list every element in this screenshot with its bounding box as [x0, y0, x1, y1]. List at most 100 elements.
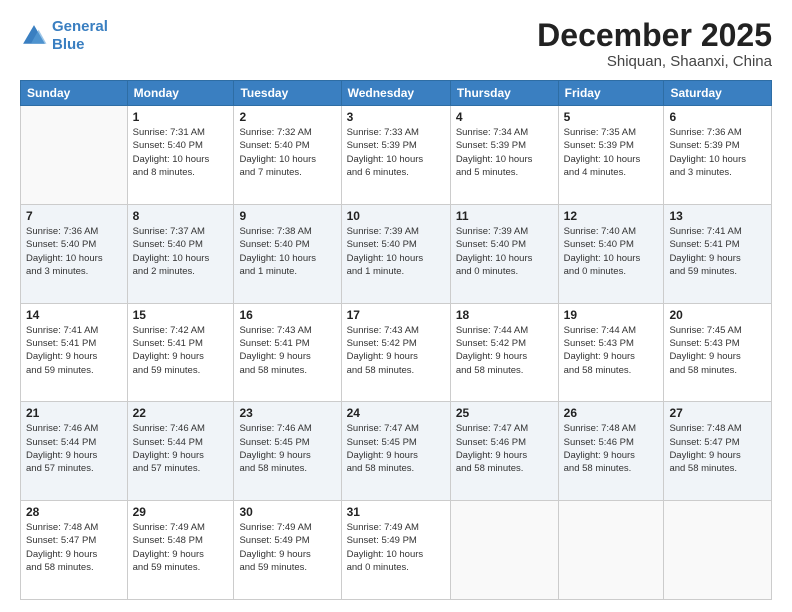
day-info: Sunrise: 7:36 AMSunset: 5:39 PMDaylight:… [669, 126, 766, 179]
calendar-cell: 21 Sunrise: 7:46 AMSunset: 5:44 PMDayligh… [21, 402, 128, 501]
day-info: Sunrise: 7:45 AMSunset: 5:43 PMDaylight:… [669, 324, 766, 377]
day-number: 26 [564, 406, 659, 420]
col-saturday: Saturday [664, 81, 772, 106]
day-number: 16 [239, 308, 335, 322]
calendar-cell: 27 Sunrise: 7:48 AMSunset: 5:47 PMDayligh… [664, 402, 772, 501]
calendar-cell: 7 Sunrise: 7:36 AMSunset: 5:40 PMDaylight… [21, 204, 128, 303]
day-info: Sunrise: 7:38 AMSunset: 5:40 PMDaylight:… [239, 225, 335, 278]
day-number: 12 [564, 209, 659, 223]
day-number: 11 [456, 209, 553, 223]
page: General Blue December 2025 Shiquan, Shaa… [0, 0, 792, 612]
day-info: Sunrise: 7:47 AMSunset: 5:46 PMDaylight:… [456, 422, 553, 475]
day-number: 2 [239, 110, 335, 124]
day-number: 21 [26, 406, 122, 420]
day-number: 1 [133, 110, 229, 124]
day-info: Sunrise: 7:40 AMSunset: 5:40 PMDaylight:… [564, 225, 659, 278]
calendar-cell: 24Sunrise: 7:47 AMSunset: 5:45 PMDayligh… [341, 402, 450, 501]
col-sunday: Sunday [21, 81, 128, 106]
logo-line2: Blue [52, 36, 85, 53]
day-number: 10 [347, 209, 445, 223]
day-number: 31 [347, 505, 445, 519]
calendar-cell: 14 Sunrise: 7:41 AMSunset: 5:41 PMDayligh… [21, 303, 128, 402]
calendar-week-3: 14 Sunrise: 7:41 AMSunset: 5:41 PMDayligh… [21, 303, 772, 402]
day-info: Sunrise: 7:33 AMSunset: 5:39 PMDaylight:… [347, 126, 445, 179]
logo: General Blue [20, 18, 108, 54]
calendar-cell: 1Sunrise: 7:31 AMSunset: 5:40 PMDaylight… [127, 106, 234, 205]
day-number: 3 [347, 110, 445, 124]
calendar-cell: 8 Sunrise: 7:37 AMSunset: 5:40 PMDaylight… [127, 204, 234, 303]
day-number: 18 [456, 308, 553, 322]
day-number: 19 [564, 308, 659, 322]
calendar-cell: 15 Sunrise: 7:42 AMSunset: 5:41 PMDayligh… [127, 303, 234, 402]
day-number: 22 [133, 406, 229, 420]
calendar-cell [21, 106, 128, 205]
day-info: Sunrise: 7:46 AMSunset: 5:45 PMDaylight:… [239, 422, 335, 475]
calendar-cell: 30 Sunrise: 7:49 AMSunset: 5:49 PMDayligh… [234, 501, 341, 600]
day-info: Sunrise: 7:49 AMSunset: 5:49 PMDaylight:… [239, 521, 335, 574]
day-number: 7 [26, 209, 122, 223]
calendar-cell: 4Sunrise: 7:34 AMSunset: 5:39 PMDaylight… [450, 106, 558, 205]
day-info: Sunrise: 7:39 AMSunset: 5:40 PMDaylight:… [347, 225, 445, 278]
day-number: 30 [239, 505, 335, 519]
calendar-cell: 11 Sunrise: 7:39 AMSunset: 5:40 PMDayligh… [450, 204, 558, 303]
col-wednesday: Wednesday [341, 81, 450, 106]
calendar-body: 1Sunrise: 7:31 AMSunset: 5:40 PMDaylight… [21, 106, 772, 600]
calendar-week-1: 1Sunrise: 7:31 AMSunset: 5:40 PMDaylight… [21, 106, 772, 205]
day-number: 8 [133, 209, 229, 223]
calendar-cell: 6 Sunrise: 7:36 AMSunset: 5:39 PMDaylight… [664, 106, 772, 205]
col-friday: Friday [558, 81, 664, 106]
day-info: Sunrise: 7:41 AMSunset: 5:41 PMDaylight:… [26, 324, 122, 377]
day-number: 20 [669, 308, 766, 322]
day-info: Sunrise: 7:49 AMSunset: 5:49 PMDaylight:… [347, 521, 445, 574]
day-info: Sunrise: 7:43 AMSunset: 5:42 PMDaylight:… [347, 324, 445, 377]
calendar-cell: 29 Sunrise: 7:49 AMSunset: 5:48 PMDayligh… [127, 501, 234, 600]
logo-line1: General [52, 18, 108, 35]
calendar-week-4: 21 Sunrise: 7:46 AMSunset: 5:44 PMDayligh… [21, 402, 772, 501]
month-title: December 2025 [537, 18, 772, 53]
day-info: Sunrise: 7:49 AMSunset: 5:48 PMDaylight:… [133, 521, 229, 574]
calendar-cell: 9Sunrise: 7:38 AMSunset: 5:40 PMDaylight… [234, 204, 341, 303]
day-info: Sunrise: 7:32 AMSunset: 5:40 PMDaylight:… [239, 126, 335, 179]
calendar-cell: 25Sunrise: 7:47 AMSunset: 5:46 PMDayligh… [450, 402, 558, 501]
day-number: 15 [133, 308, 229, 322]
day-number: 13 [669, 209, 766, 223]
calendar-cell: 31 Sunrise: 7:49 AMSunset: 5:49 PMDayligh… [341, 501, 450, 600]
day-number: 4 [456, 110, 553, 124]
day-info: Sunrise: 7:36 AMSunset: 5:40 PMDaylight:… [26, 225, 122, 278]
day-info: Sunrise: 7:44 AMSunset: 5:43 PMDaylight:… [564, 324, 659, 377]
day-number: 27 [669, 406, 766, 420]
calendar-cell: 10 Sunrise: 7:39 AMSunset: 5:40 PMDayligh… [341, 204, 450, 303]
day-info: Sunrise: 7:46 AMSunset: 5:44 PMDaylight:… [26, 422, 122, 475]
day-info: Sunrise: 7:39 AMSunset: 5:40 PMDaylight:… [456, 225, 553, 278]
calendar-cell: 16Sunrise: 7:43 AMSunset: 5:41 PMDayligh… [234, 303, 341, 402]
day-info: Sunrise: 7:37 AMSunset: 5:40 PMDaylight:… [133, 225, 229, 278]
day-info: Sunrise: 7:44 AMSunset: 5:42 PMDaylight:… [456, 324, 553, 377]
col-monday: Monday [127, 81, 234, 106]
calendar-cell: 23 Sunrise: 7:46 AMSunset: 5:45 PMDayligh… [234, 402, 341, 501]
day-info: Sunrise: 7:42 AMSunset: 5:41 PMDaylight:… [133, 324, 229, 377]
day-number: 6 [669, 110, 766, 124]
calendar-cell: 13Sunrise: 7:41 AMSunset: 5:41 PMDayligh… [664, 204, 772, 303]
logo-icon [20, 22, 48, 50]
day-info: Sunrise: 7:48 AMSunset: 5:47 PMDaylight:… [26, 521, 122, 574]
day-number: 29 [133, 505, 229, 519]
day-number: 28 [26, 505, 122, 519]
day-info: Sunrise: 7:48 AMSunset: 5:47 PMDaylight:… [669, 422, 766, 475]
calendar-header: Sunday Monday Tuesday Wednesday Thursday… [21, 81, 772, 106]
calendar-cell [664, 501, 772, 600]
day-number: 5 [564, 110, 659, 124]
calendar-cell: 2 Sunrise: 7:32 AMSunset: 5:40 PMDaylight… [234, 106, 341, 205]
calendar-week-2: 7 Sunrise: 7:36 AMSunset: 5:40 PMDaylight… [21, 204, 772, 303]
logo-text: General Blue [52, 18, 108, 54]
day-number: 23 [239, 406, 335, 420]
calendar-cell: 19 Sunrise: 7:44 AMSunset: 5:43 PMDayligh… [558, 303, 664, 402]
day-info: Sunrise: 7:46 AMSunset: 5:44 PMDaylight:… [133, 422, 229, 475]
location: Shiquan, Shaanxi, China [537, 53, 772, 70]
calendar-cell: 26Sunrise: 7:48 AMSunset: 5:46 PMDayligh… [558, 402, 664, 501]
title-block: December 2025 Shiquan, Shaanxi, China [537, 18, 772, 70]
day-info: Sunrise: 7:47 AMSunset: 5:45 PMDaylight:… [347, 422, 445, 475]
header-row: Sunday Monday Tuesday Wednesday Thursday… [21, 81, 772, 106]
day-number: 17 [347, 308, 445, 322]
calendar-cell [450, 501, 558, 600]
day-number: 14 [26, 308, 122, 322]
